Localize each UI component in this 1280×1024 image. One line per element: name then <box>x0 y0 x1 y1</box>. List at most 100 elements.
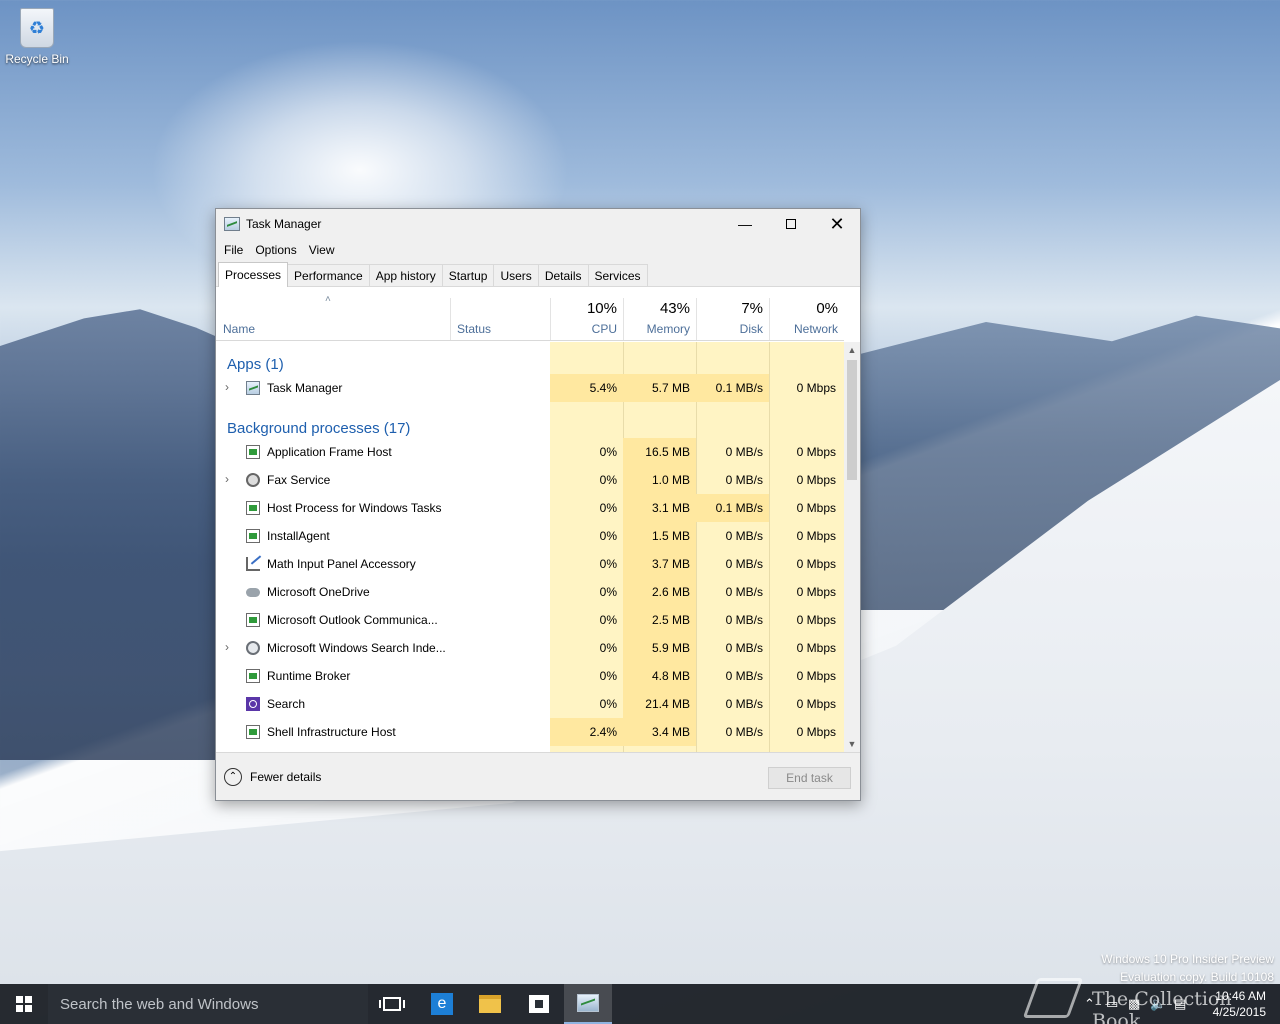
store-bag-icon <box>529 995 549 1013</box>
process-name: InstallAgent <box>267 529 330 543</box>
start-button[interactable] <box>0 984 48 1024</box>
process-network: 0 Mbps <box>796 585 836 599</box>
process-network: 0 Mbps <box>796 725 836 739</box>
table-row[interactable]: Shell Infrastructure Host 2.4% 3.4 MB 0 MB/… <box>216 718 844 746</box>
tab-processes[interactable]: Processes <box>218 262 289 287</box>
tab-services[interactable]: Services <box>587 264 648 286</box>
table-row[interactable]: Microsoft Outlook Communica... 0% 2.5 MB 0 … <box>216 606 844 634</box>
chevron-right-icon[interactable]: › <box>225 380 229 394</box>
menu-view[interactable]: View <box>303 243 341 257</box>
process-name: Application Frame Host <box>267 445 392 459</box>
process-cpu: 5.4% <box>589 381 617 395</box>
desktop-icon-recycle-bin[interactable]: Recycle Bin <box>4 8 70 66</box>
process-disk: 0 MB/s <box>725 529 763 543</box>
process-network: 0 Mbps <box>796 697 836 711</box>
process-memory: 3.1 MB <box>651 501 690 515</box>
table-row[interactable]: › Microsoft Windows Search Inde... 0% 5.9 M… <box>216 634 844 662</box>
task-manager-taskbar-button[interactable] <box>564 984 612 1024</box>
column-disk-label: Disk <box>739 322 763 336</box>
menu-file[interactable]: File <box>218 243 249 257</box>
end-task-button[interactable]: End task <box>768 767 851 789</box>
column-header-status[interactable]: Status <box>450 288 550 341</box>
tab-details[interactable]: Details <box>537 264 589 286</box>
task-manager-icon <box>246 381 260 395</box>
chevron-right-icon[interactable]: › <box>225 640 229 654</box>
tab-startup[interactable]: Startup <box>441 264 495 286</box>
internet-explorer-button[interactable]: e <box>418 984 466 1024</box>
column-header-disk[interactable]: 7% Disk <box>696 288 769 341</box>
table-row[interactable]: Math Input Panel Accessory 0% 3.7 MB 0 MB/s… <box>216 550 844 578</box>
column-cpu-label: CPU <box>591 322 617 336</box>
process-memory: 5.9 MB <box>651 641 690 655</box>
process-memory: 4.8 MB <box>651 669 690 683</box>
tab-app-history[interactable]: App history <box>368 264 443 286</box>
table-row[interactable]: Application Frame Host 0% 16.5 MB 0 MB/s 0 M… <box>216 438 844 466</box>
column-status-label: Status <box>457 322 492 336</box>
table-row[interactable]: InstallAgent 0% 1.5 MB 0 MB/s 0 Mbps <box>216 522 844 550</box>
tab-strip: Processes Performance App history Startu… <box>216 261 860 287</box>
column-header-memory[interactable]: 43% Memory <box>623 288 696 341</box>
windows-logo-icon <box>16 996 32 1012</box>
file-explorer-button[interactable] <box>466 984 514 1024</box>
table-row[interactable]: › Fax Service 0% 1.0 MB 0 MB/s 0 Mbps <box>216 466 844 494</box>
table-row[interactable]: › Task Manager 5.4% 5.7 MB 0.1 MB/s 0 Mbps <box>216 374 844 402</box>
taskbar-search-box[interactable]: Search the web and Windows <box>48 984 368 1024</box>
process-name: Microsoft OneDrive <box>267 585 370 599</box>
process-cpu: 0% <box>599 613 617 627</box>
minimize-icon: — <box>738 216 752 232</box>
process-name: Microsoft Windows Search Inde... <box>267 641 446 655</box>
recycle-bin-icon <box>20 8 54 48</box>
process-memory: 1.0 MB <box>651 473 690 487</box>
column-header-cpu[interactable]: 10% CPU <box>550 288 623 341</box>
process-cpu: 0% <box>599 641 617 655</box>
column-header-network[interactable]: 0% Network <box>769 288 844 341</box>
table-row[interactable]: Host Process for Windows Tasks 0% 3.1 MB 0.… <box>216 494 844 522</box>
tab-performance[interactable]: Performance <box>287 264 370 286</box>
scroll-down-icon[interactable]: ▼ <box>844 736 860 752</box>
process-disk: 0 MB/s <box>725 473 763 487</box>
table-row[interactable]: Microsoft OneDrive 0% 2.6 MB 0 MB/s 0 Mbps <box>216 578 844 606</box>
process-network: 0 Mbps <box>796 613 836 627</box>
process-name: Shell Infrastructure Host <box>267 725 396 739</box>
watermark-brand: The Collection Book <box>1092 988 1232 1024</box>
tab-users[interactable]: Users <box>493 264 539 286</box>
process-network: 0 Mbps <box>796 473 836 487</box>
cortana-icon <box>246 697 260 711</box>
process-disk: 0 MB/s <box>725 641 763 655</box>
process-memory: 16.5 MB <box>645 445 690 459</box>
process-cpu: 0% <box>599 529 617 543</box>
task-view-button[interactable] <box>368 984 416 1024</box>
scroll-thumb[interactable] <box>847 360 857 480</box>
process-network: 0 Mbps <box>796 557 836 571</box>
table-row[interactable]: Search 0% 21.4 MB 0 MB/s 0 Mbps <box>216 690 844 718</box>
process-name: Task Manager <box>267 381 343 395</box>
fewer-details-label: Fewer details <box>250 770 322 784</box>
menu-options[interactable]: Options <box>249 243 302 257</box>
memory-total: 43% <box>659 300 690 317</box>
close-button[interactable]: ✕ <box>814 209 860 239</box>
window-title: Task Manager <box>246 217 322 231</box>
chevron-up-icon: ⌃ <box>224 768 242 786</box>
minimize-button[interactable]: — <box>722 209 768 239</box>
maximize-button[interactable] <box>768 209 814 239</box>
process-disk: 0.1 MB/s <box>715 381 763 395</box>
store-button[interactable] <box>515 984 563 1024</box>
chevron-right-icon[interactable]: › <box>225 472 229 486</box>
fewer-details-button[interactable]: ⌃ Fewer details <box>224 768 321 786</box>
title-bar[interactable]: Task Manager — ✕ <box>216 209 860 239</box>
folder-icon <box>479 995 501 1013</box>
task-manager-icon <box>224 217 240 231</box>
process-name: Math Input Panel Accessory <box>267 557 416 571</box>
group-title: Apps (1) <box>227 356 284 373</box>
table-row[interactable]: Runtime Broker 0% 4.8 MB 0 MB/s 0 Mbps <box>216 662 844 690</box>
vertical-scrollbar[interactable]: ▲ ▼ <box>844 342 860 752</box>
math-input-icon <box>246 557 260 571</box>
column-header-name[interactable]: ˄ Name <box>216 288 450 341</box>
process-memory: 2.5 MB <box>651 613 690 627</box>
network-total: 0% <box>816 300 838 317</box>
maximize-icon <box>786 219 796 229</box>
process-grid: ˄ Name Status 10% CPU 43% Memory 7% Disk <box>216 288 860 752</box>
scroll-up-icon[interactable]: ▲ <box>844 342 860 358</box>
process-network: 0 Mbps <box>796 641 836 655</box>
footer-bar: ⌃ Fewer details End task <box>216 752 860 800</box>
